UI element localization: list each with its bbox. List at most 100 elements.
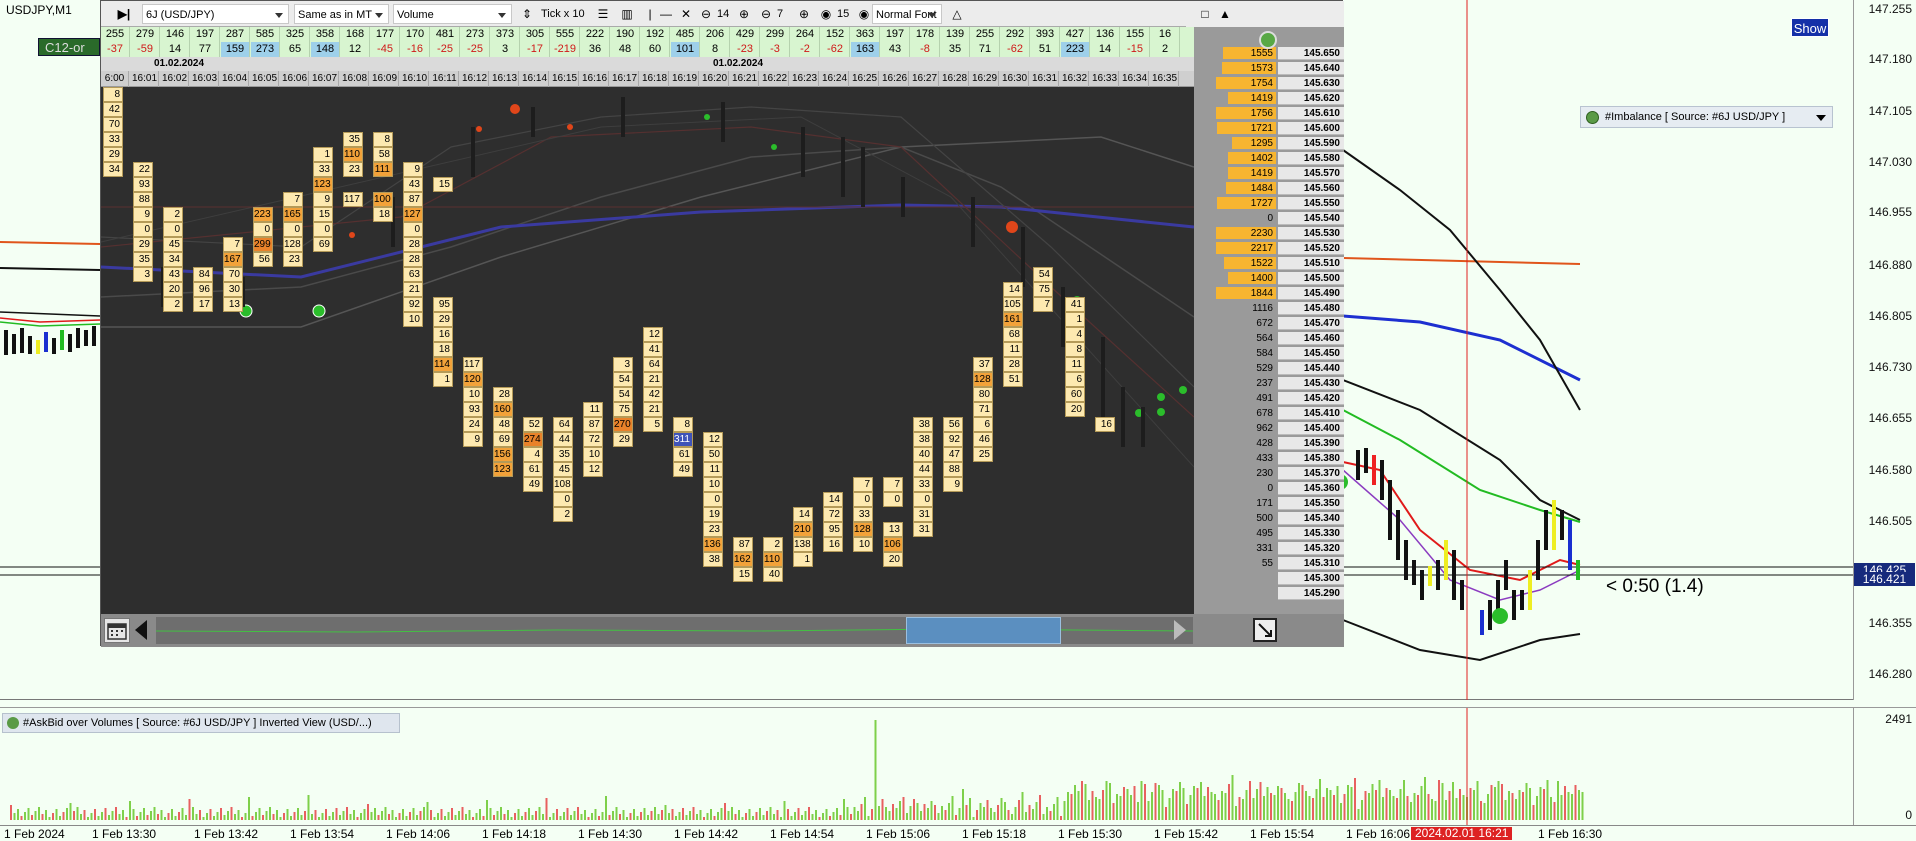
stat-cell-delta: -25 [461, 42, 490, 57]
volume-bar [167, 813, 170, 820]
stat-cell-delta: -2 [791, 42, 820, 57]
volume-bar [1158, 785, 1160, 820]
ladder-row: 1721 145.600 [1194, 122, 1344, 135]
volume-bar [339, 815, 341, 820]
maximize-icon[interactable]: □ [1196, 4, 1214, 24]
volume-bar [860, 804, 863, 820]
expand-icon[interactable] [1253, 618, 1277, 642]
scroll-right-icon[interactable] [1174, 620, 1186, 640]
volume-bar [160, 810, 163, 820]
zoom-value[interactable]: 14 [717, 4, 733, 24]
ladder-volume: 1756 [1250, 108, 1273, 119]
instrument-select[interactable]: 6J (USD/JPY) [142, 4, 289, 24]
volume-bar [552, 813, 555, 820]
volume-bar [1039, 795, 1041, 820]
show-button[interactable]: Show [1791, 18, 1829, 37]
volume-bar [759, 808, 761, 820]
time-cell: 16:16 [581, 71, 609, 87]
footprint-window[interactable]: ▶| 6J (USD/JPY) Same as in MT Volume ⇕ T… [100, 0, 1344, 647]
zoom-out-icon[interactable]: ⊖ [697, 4, 715, 24]
volume-bar [328, 816, 331, 820]
check-circle-icon [1586, 111, 1599, 124]
step-down-icon[interactable]: ⊖ [757, 4, 775, 24]
stat-cell-delta: 71 [971, 42, 1000, 57]
volume-bar [580, 814, 583, 820]
volume-ladder[interactable]: 1555 145.650 1573 145.640 1754 145.630 1419 145… [1194, 27, 1344, 614]
step-up-icon[interactable]: ⊕ [795, 4, 813, 24]
footprint-cell: 50 [703, 447, 723, 462]
stat-cell-total: 264 [791, 27, 820, 42]
time-axis-label: 1 Feb 13:30 [92, 827, 157, 841]
bar-chart-icon[interactable]: ▥ [618, 4, 636, 24]
anchor-icon[interactable]: ◉ [855, 4, 873, 24]
stat-cell-total: 325 [281, 27, 310, 42]
close-icon[interactable]: ✕ [677, 4, 695, 24]
step-value[interactable]: 7 [777, 4, 791, 24]
volume-bar [584, 810, 586, 820]
volume-bar [115, 807, 117, 820]
zoom-in-icon[interactable]: ⊕ [735, 4, 753, 24]
volume-bar [780, 817, 782, 820]
volume-bar [1322, 797, 1325, 820]
volume-bar [1049, 811, 1052, 820]
volume-bar [69, 803, 72, 820]
calendar-icon[interactable] [104, 618, 130, 643]
ladder-row: 500 145.340 [1194, 512, 1344, 525]
ladder-volume: 1419 [1250, 93, 1273, 104]
stat-cell-delta: 223 [1061, 42, 1090, 57]
footprint-plot[interactable]: 8 42 70 33 29 34 22 93 88 9 0 29 35 3 2 0 45 34 43 20 2 84 96 1… [101, 87, 1194, 614]
stat-cell-delta: 12 [341, 42, 370, 57]
askbid-volume-panel[interactable]: #AskBid over Volumes [ Source: #6J USD/J… [0, 707, 1916, 826]
price-axis-label: 147.105 [1868, 104, 1912, 118]
ladder-row: 145.300 [1194, 572, 1344, 585]
stat-cell-delta: 77 [191, 42, 220, 57]
settings-sliders-icon[interactable]: ☰ [594, 4, 612, 24]
volume-bar [1070, 794, 1073, 820]
volume-bar [381, 811, 383, 820]
volume-bar [1427, 794, 1430, 820]
time-cell: 16:13 [491, 71, 519, 87]
scrollbar-thumb[interactable] [906, 617, 1061, 644]
price-axis[interactable]: 147.255 147.180 147.105 147.030 146.955 … [1853, 0, 1916, 700]
ladder-row: 237 145.430 [1194, 377, 1344, 390]
stat-cell-total: 279 [131, 27, 160, 42]
footprint-cell: 84 [193, 267, 213, 282]
volume-bar [363, 809, 366, 820]
scroll-left-icon[interactable] [135, 620, 147, 640]
stat-cell-total: 393 [1031, 27, 1060, 42]
chevron-down-icon[interactable] [1816, 115, 1826, 121]
stat-cell-total: 555 [551, 27, 580, 42]
footprint-cell: 75 [1033, 282, 1053, 297]
play-icon[interactable]: ▶| [115, 4, 133, 24]
footprint-cell: 12 [643, 327, 663, 342]
volume-bar [1413, 793, 1416, 820]
stat-cell-total: 427 [1061, 27, 1090, 42]
volume-bar [633, 809, 635, 820]
footprint-cell: 80 [973, 387, 993, 402]
volume-bar [1361, 800, 1363, 820]
volume-bar [1378, 780, 1381, 820]
data-type-select[interactable]: Volume [393, 4, 512, 24]
collapse-up-icon[interactable]: ▲ [1216, 4, 1234, 24]
ladder-row: 962 145.400 [1194, 422, 1344, 435]
ladder-check-icon[interactable] [1259, 31, 1277, 49]
vertical-arrows-icon[interactable]: ⇕ [518, 4, 536, 24]
line-icon[interactable]: — [657, 4, 675, 24]
volume-bar [927, 808, 929, 820]
volume-bar [521, 816, 523, 820]
warning-icon[interactable]: △ [948, 4, 966, 24]
count-value[interactable]: 15 [837, 4, 853, 24]
scale-select[interactable]: Same as in MT [294, 4, 389, 24]
volume-bar [300, 815, 303, 820]
volume-bar [304, 811, 306, 820]
volume-bar [762, 815, 765, 820]
font-mode-select[interactable]: Normal Font [872, 4, 942, 24]
ladder-volume: 428 [1256, 438, 1273, 449]
count-icon[interactable]: ◉ [817, 4, 835, 24]
stat-cell-delta: -59 [131, 42, 160, 57]
date-row: 01.02.2024 01.02.2024 [101, 57, 1194, 71]
volume-bar [1504, 800, 1507, 820]
stat-cell-total: 485 [671, 27, 700, 42]
tick-mode-label[interactable]: Tick x 10 [541, 4, 591, 24]
imbalance-indicator-selector[interactable]: #Imbalance [ Source: #6J USD/JPY ] [1580, 106, 1833, 128]
